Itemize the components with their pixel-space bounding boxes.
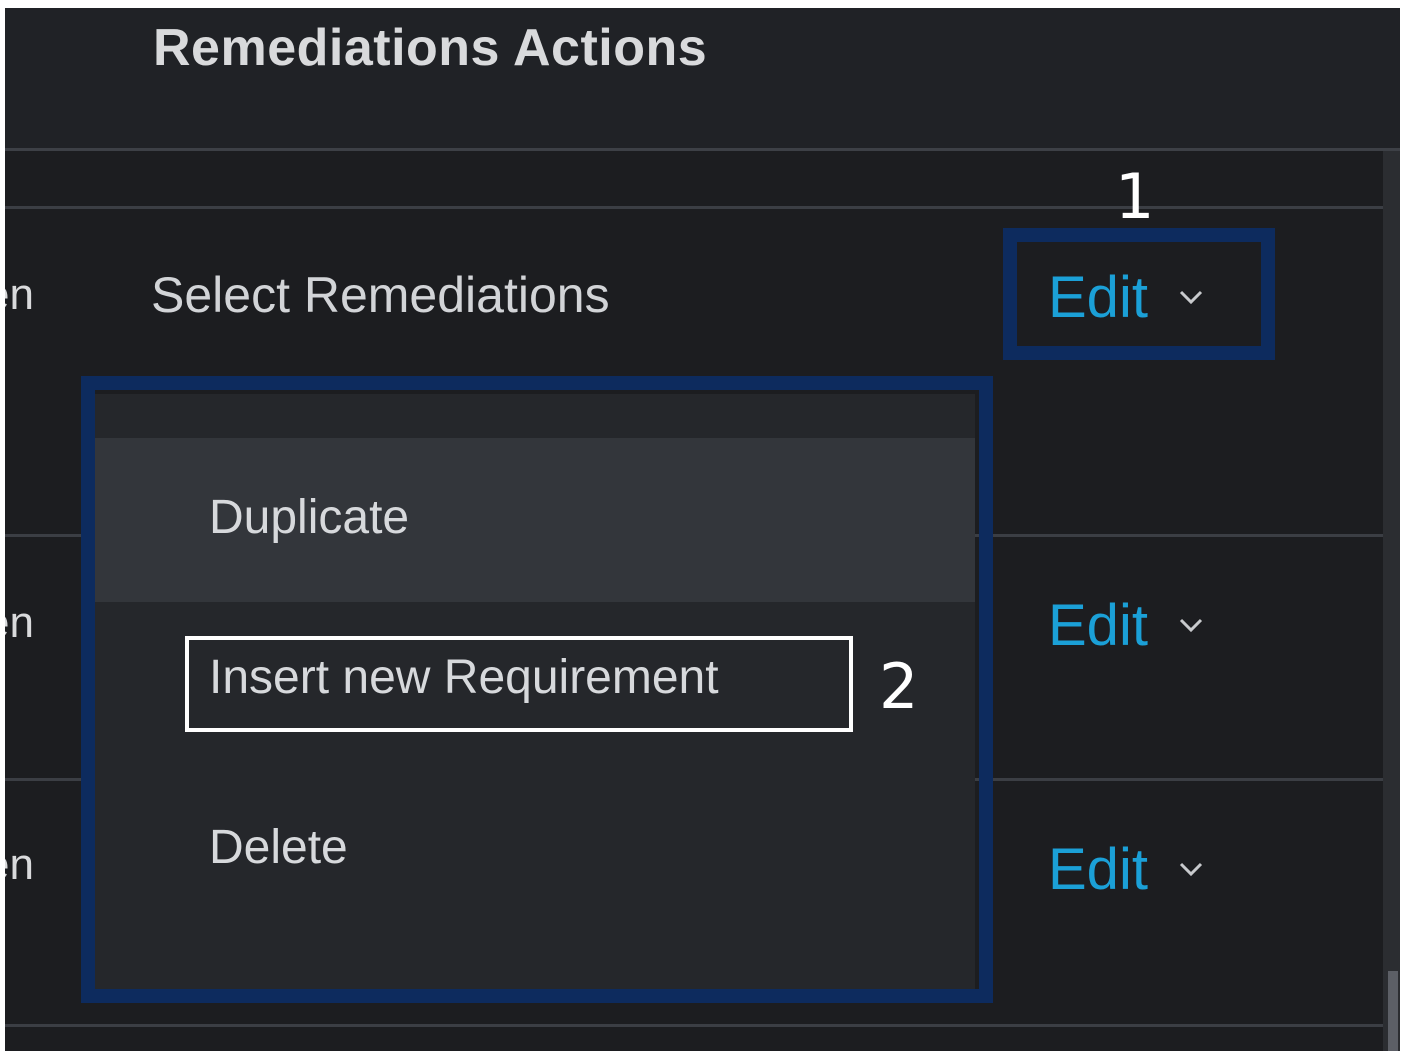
edit-dropdown-button[interactable]: Edit (1048, 834, 1204, 904)
page-title: Remediations Actions (153, 19, 708, 77)
chevron-down-icon (1179, 862, 1203, 877)
menu-item-label: Insert new Requirement (209, 651, 719, 704)
table-header: Remediations Actions (5, 8, 1400, 151)
scrollbar-thumb[interactable] (1388, 971, 1398, 1051)
chevron-down-icon (1179, 290, 1203, 305)
step-number-2: 2 (879, 650, 919, 723)
edit-label: Edit (1048, 592, 1148, 658)
row-3-cut-text: en (5, 840, 34, 889)
edit-dropdown-button[interactable]: Edit (1048, 262, 1204, 332)
step-number-1: 1 (1115, 160, 1155, 233)
row-2-cut-text: en (5, 598, 34, 647)
remediations-panel: Remediations Actions en Select Remediati… (5, 8, 1400, 1051)
menu-item-label: Duplicate (209, 491, 410, 544)
edit-label: Edit (1048, 836, 1148, 902)
menu-item-label: Delete (209, 821, 348, 874)
row-divider (5, 206, 1383, 209)
menu-item-duplicate[interactable]: Duplicate (95, 438, 975, 602)
row-1-cut-text: en (5, 270, 34, 319)
row-divider (5, 1024, 1383, 1027)
edit-label: Edit (1048, 264, 1148, 330)
menu-item-delete[interactable]: Delete (95, 776, 975, 940)
chevron-down-icon (1179, 618, 1203, 633)
scrollbar[interactable] (1383, 151, 1400, 1051)
menu-item-insert-new-requirement[interactable]: Insert new Requirement (95, 610, 975, 774)
edit-dropdown-menu: Duplicate Insert new Requirement Delete (95, 394, 975, 989)
requirement-remediations-label: Select Remediations (151, 267, 610, 323)
edit-dropdown-button[interactable]: Edit (1048, 590, 1204, 660)
